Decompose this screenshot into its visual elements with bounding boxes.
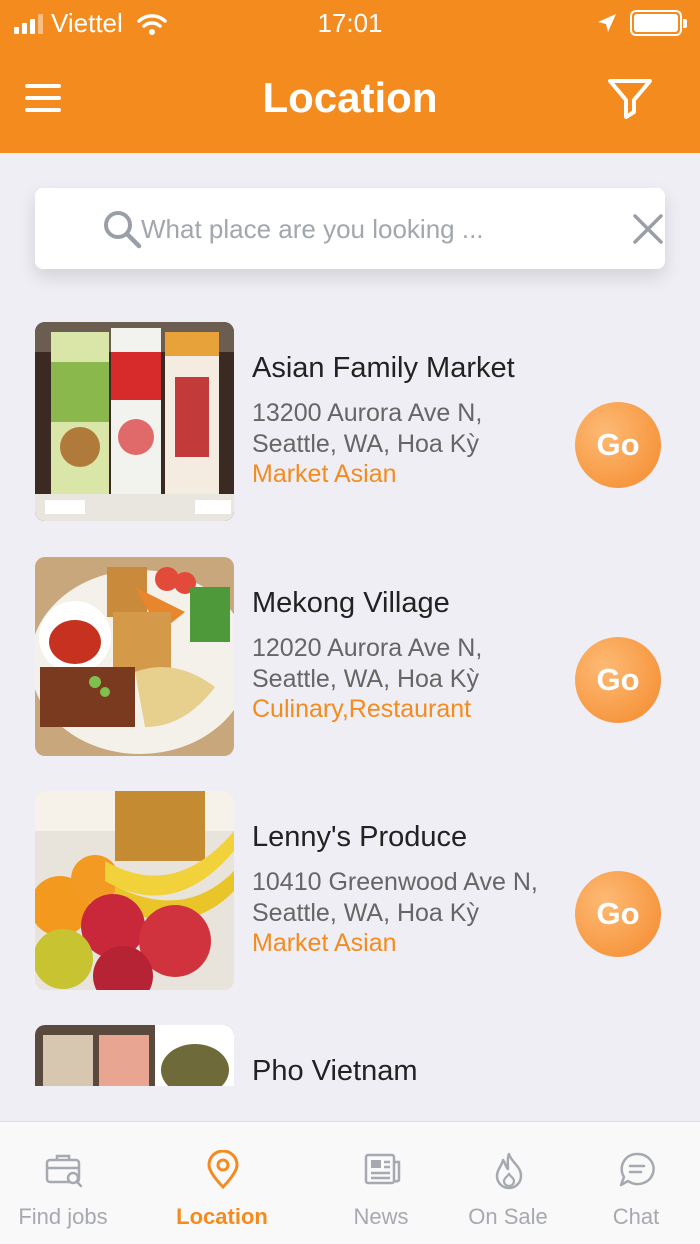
page-title: Location bbox=[262, 74, 438, 121]
tab-chat[interactable]: Chat bbox=[576, 1122, 696, 1244]
header-bar: Viettel 17:01 Location bbox=[0, 0, 700, 153]
map-pin-icon bbox=[207, 1150, 239, 1190]
place-category: Market Asian bbox=[252, 460, 397, 488]
chat-bubble-icon bbox=[619, 1152, 655, 1187]
list-item[interactable]: Lenny's Produce 10410 Greenwood Ave N, S… bbox=[0, 769, 700, 990]
tab-label: Location bbox=[176, 1204, 268, 1229]
briefcase-search-icon bbox=[45, 1154, 83, 1188]
newspaper-icon bbox=[364, 1153, 401, 1185]
go-button[interactable]: Go bbox=[575, 402, 661, 488]
tab-find-jobs[interactable]: Find jobs bbox=[3, 1122, 123, 1244]
flame-icon bbox=[495, 1152, 523, 1190]
tab-label: Find jobs bbox=[18, 1204, 108, 1229]
battery-icon bbox=[630, 10, 687, 36]
place-thumbnail bbox=[35, 557, 234, 756]
place-thumbnail bbox=[35, 1025, 234, 1086]
place-category: Culinary,Restaurant bbox=[252, 695, 472, 723]
tab-on-sale[interactable]: On Sale bbox=[448, 1122, 568, 1244]
status-bar: Viettel 17:01 bbox=[0, 0, 700, 46]
tab-news[interactable]: News bbox=[321, 1122, 441, 1244]
place-address: 10410 Greenwood Ave N, Seattle, WA, Hoa … bbox=[252, 868, 538, 927]
place-address: 13200 Aurora Ave N, Seattle, WA, Hoa Kỳ bbox=[252, 399, 483, 458]
place-category: Market Asian bbox=[252, 929, 397, 957]
status-time: 17:01 bbox=[317, 8, 383, 38]
place-name: Lenny's Produce bbox=[252, 821, 468, 853]
tab-location[interactable]: Location bbox=[162, 1122, 282, 1244]
close-icon[interactable] bbox=[631, 212, 665, 246]
list-item[interactable]: Pho Vietnam bbox=[0, 1003, 700, 1086]
place-name: Pho Vietnam bbox=[252, 1055, 418, 1086]
place-name: Mekong Village bbox=[252, 587, 450, 619]
go-button[interactable]: Go bbox=[575, 871, 661, 957]
search-bar bbox=[35, 188, 665, 269]
place-address: 12020 Aurora Ave N, Seattle, WA, Hoa Kỳ bbox=[252, 634, 483, 693]
filter-icon[interactable] bbox=[606, 76, 654, 122]
search-icon bbox=[104, 211, 142, 249]
place-thumbnail bbox=[35, 322, 234, 521]
location-arrow-icon bbox=[598, 14, 616, 32]
list-item[interactable]: Mekong Village 12020 Aurora Ave N, Seatt… bbox=[0, 535, 700, 756]
place-thumbnail bbox=[35, 791, 234, 990]
place-name: Asian Family Market bbox=[252, 352, 515, 384]
places-list: Asian Family Market 13200 Aurora Ave N, … bbox=[0, 300, 700, 1086]
tab-label: Chat bbox=[612, 1204, 660, 1229]
tab-label: News bbox=[353, 1204, 409, 1229]
list-item[interactable]: Asian Family Market 13200 Aurora Ave N, … bbox=[0, 300, 700, 521]
tab-label: On Sale bbox=[468, 1204, 548, 1229]
bottom-tab-bar: Find jobs Location News On Sale Chat bbox=[0, 1121, 700, 1244]
search-input[interactable] bbox=[141, 206, 561, 252]
go-button[interactable]: Go bbox=[575, 637, 661, 723]
